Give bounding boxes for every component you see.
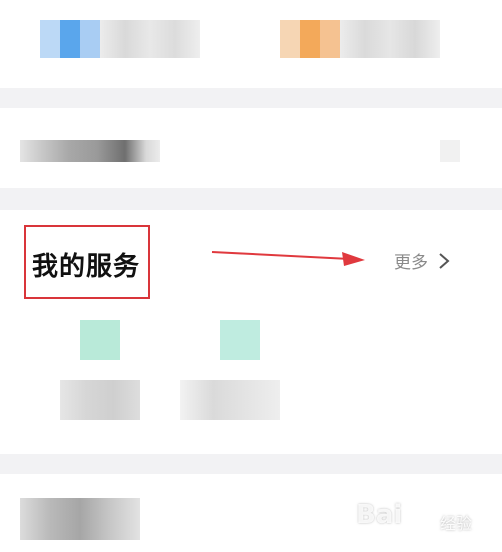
annotation-arrow-icon [211, 251, 365, 266]
service-item-1-icon[interactable] [80, 320, 120, 360]
blurred-row-card[interactable] [0, 108, 502, 188]
blurred-icon-orange[interactable] [280, 20, 300, 58]
more-label: 更多 [394, 253, 428, 273]
service-item-2-icon[interactable] [220, 320, 260, 360]
more-services-link[interactable]: 更多 [394, 248, 452, 273]
service-item-1-label [60, 380, 140, 420]
watermark-logo: Bai [356, 500, 403, 530]
chevron-right-icon [439, 252, 450, 269]
watermark-sub: 经验 [440, 514, 473, 533]
service-item-2-label [180, 380, 280, 420]
blurred-icon-blue-3 [80, 20, 100, 58]
blurred-icon-blue-2 [60, 20, 80, 58]
blurred-label-1 [100, 20, 200, 58]
bottom-blurred-text [20, 498, 140, 540]
bottom-blurred-card[interactable] [0, 474, 502, 552]
blurred-icon-blue[interactable] [40, 20, 60, 58]
top-shortcuts-card [0, 0, 502, 88]
blurred-label-2 [340, 20, 440, 58]
blurred-icon-orange-2 [300, 20, 320, 58]
blurred-icon-orange-3 [320, 20, 340, 58]
annotation-highlight-box [24, 225, 150, 299]
blurred-row-chevron [440, 140, 460, 162]
blurred-row-text [20, 140, 160, 162]
